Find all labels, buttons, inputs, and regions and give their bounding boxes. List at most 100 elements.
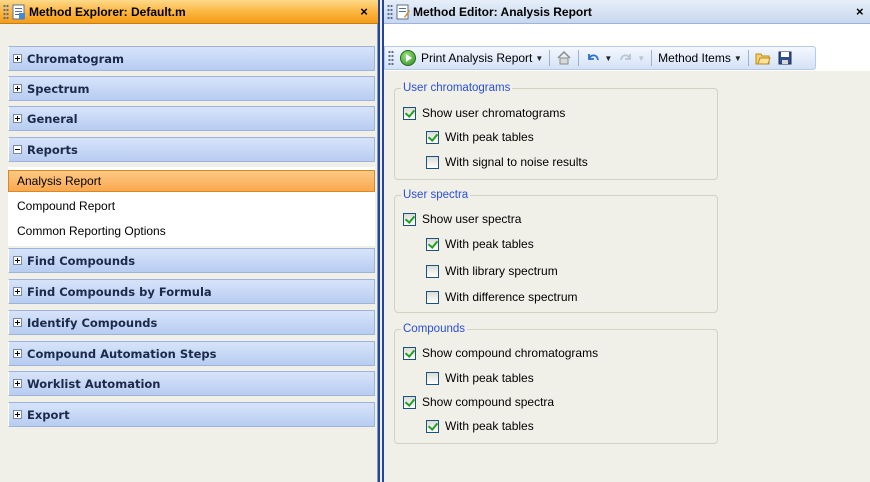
print-analysis-report-label: Print Analysis Report	[421, 51, 533, 65]
expand-icon[interactable]	[13, 410, 22, 419]
with-library-spectrum-checkbox[interactable]: With library spectrum	[426, 262, 558, 280]
expand-icon[interactable]	[13, 379, 22, 388]
with-peak-tables-checkbox[interactable]: With peak tables	[426, 128, 534, 146]
redo-button[interactable]: ▼	[615, 48, 648, 68]
editor-document-icon	[396, 4, 410, 19]
group-legend: Compounds	[401, 322, 468, 336]
with-peak-tables-checkbox[interactable]: With peak tables	[426, 235, 534, 253]
group-label: Chromatogram	[27, 51, 124, 66]
show-user-chromatograms-checkbox[interactable]: Show user chromatograms	[403, 104, 565, 122]
undo-button[interactable]: ▼	[582, 48, 615, 68]
expand-icon[interactable]	[13, 256, 22, 265]
drag-grip-icon[interactable]	[3, 3, 9, 20]
expand-icon[interactable]	[13, 84, 22, 93]
group-find-compounds[interactable]: Find Compounds	[8, 248, 375, 273]
expand-icon[interactable]	[13, 114, 22, 123]
checkbox-label: Show user spectra	[422, 212, 522, 226]
group-export[interactable]: Export	[8, 402, 375, 427]
toolbar-grip-icon[interactable]	[388, 50, 394, 66]
save-button[interactable]	[774, 48, 796, 68]
group-reports[interactable]: Reports	[8, 137, 375, 162]
group-legend: User spectra	[401, 188, 471, 202]
checkbox-unchecked[interactable]	[426, 371, 439, 385]
expand-icon[interactable]	[13, 318, 22, 327]
checkbox-checked[interactable]	[426, 237, 439, 251]
show-compound-chromatograms-checkbox[interactable]: Show compound chromatograms	[403, 344, 598, 362]
dropdown-arrow-icon[interactable]: ▼	[637, 54, 645, 63]
method-explorer-title: Method Explorer: Default.m	[29, 4, 186, 19]
checkbox-unchecked[interactable]	[426, 264, 439, 278]
analysis-report-options: User chromatograms Show user chromatogra…	[384, 71, 870, 482]
group-label: Compound Automation Steps	[27, 346, 217, 361]
dropdown-arrow-icon[interactable]: ▼	[604, 54, 612, 63]
redo-icon	[620, 54, 632, 61]
group-compound-automation-steps[interactable]: Compound Automation Steps	[8, 341, 375, 366]
checkbox-checked[interactable]	[403, 106, 416, 120]
group-general[interactable]: General	[8, 106, 375, 131]
list-item-compound-report[interactable]: Compound Report	[8, 195, 375, 217]
checkbox-checked[interactable]	[403, 395, 416, 409]
method-editor-title-bar: Method Editor: Analysis Report ×	[384, 0, 870, 24]
checkbox-unchecked[interactable]	[426, 290, 439, 304]
user-spectra-group: User spectra Show user spectra With peak…	[394, 188, 718, 313]
method-items-button[interactable]: Method Items ▼	[655, 48, 745, 68]
method-editor-panel: Method Editor: Analysis Report × Print A…	[384, 0, 870, 482]
checkbox-label: With peak tables	[445, 371, 534, 385]
checkbox-checked[interactable]	[403, 346, 416, 360]
home-icon	[557, 50, 571, 65]
with-peak-tables-checkbox[interactable]: With peak tables	[426, 369, 534, 387]
home-button[interactable]	[553, 48, 575, 68]
list-item-analysis-report[interactable]: Analysis Report	[8, 170, 375, 192]
checkbox-checked[interactable]	[426, 130, 439, 144]
collapse-icon[interactable]	[13, 145, 22, 154]
play-icon	[400, 50, 416, 66]
close-explorer-button[interactable]: ×	[356, 4, 372, 20]
checkbox-label: With peak tables	[445, 130, 534, 144]
expand-icon[interactable]	[13, 54, 22, 63]
toolbar-separator	[578, 50, 580, 66]
group-label: General	[27, 111, 78, 126]
toolbar-separator	[747, 50, 749, 66]
checkbox-label: With difference spectrum	[445, 290, 578, 304]
dropdown-arrow-icon[interactable]: ▼	[734, 54, 742, 63]
list-item-common-reporting-options[interactable]: Common Reporting Options	[8, 220, 375, 242]
expand-icon[interactable]	[13, 349, 22, 358]
method-editor-title: Method Editor: Analysis Report	[413, 4, 592, 19]
expand-icon[interactable]	[13, 287, 22, 296]
group-find-compounds-by-formula[interactable]: Find Compounds by Formula	[8, 279, 375, 304]
undo-icon	[588, 54, 600, 61]
group-label: Worklist Automation	[27, 376, 161, 391]
group-worklist-automation[interactable]: Worklist Automation	[8, 371, 375, 396]
close-editor-button[interactable]: ×	[856, 4, 870, 20]
checkbox-label: Show compound spectra	[422, 395, 555, 409]
group-label: Find Compounds by Formula	[27, 284, 212, 299]
dropdown-arrow-icon[interactable]: ▼	[535, 54, 543, 63]
show-compound-spectra-checkbox[interactable]: Show compound spectra	[403, 393, 554, 411]
with-peak-tables-checkbox[interactable]: With peak tables	[426, 417, 534, 435]
with-signal-to-noise-checkbox[interactable]: With signal to noise results	[426, 153, 588, 171]
checkbox-label: With peak tables	[445, 419, 534, 433]
checkbox-label: Show user chromatograms	[422, 106, 566, 120]
drag-grip-icon[interactable]	[387, 3, 393, 20]
checkbox-label: With library spectrum	[445, 264, 558, 278]
group-label: Spectrum	[27, 81, 90, 96]
method-explorer-title-bar: Method Explorer: Default.m ×	[0, 0, 378, 24]
group-legend: User chromatograms	[401, 81, 513, 95]
reports-item-list: Analysis Report Compound Report Common R…	[8, 167, 375, 246]
user-chromatograms-group: User chromatograms Show user chromatogra…	[394, 81, 718, 180]
group-chromatogram[interactable]: Chromatogram	[8, 46, 375, 71]
group-label: Find Compounds	[27, 253, 136, 268]
checkbox-checked[interactable]	[426, 419, 439, 433]
group-spectrum[interactable]: Spectrum	[8, 76, 375, 101]
with-difference-spectrum-checkbox[interactable]: With difference spectrum	[426, 288, 578, 306]
method-explorer-panel: Method Explorer: Default.m × Chromatogra…	[0, 0, 378, 482]
print-analysis-report-button[interactable]: Print Analysis Report ▼	[397, 48, 546, 68]
show-user-spectra-checkbox[interactable]: Show user spectra	[403, 210, 521, 228]
open-icon	[755, 53, 771, 65]
toolbar-separator	[651, 50, 653, 66]
checkbox-checked[interactable]	[403, 212, 416, 226]
open-button[interactable]	[752, 48, 774, 68]
checkbox-unchecked[interactable]	[426, 155, 439, 169]
checkbox-label: With signal to noise results	[445, 155, 588, 169]
group-identify-compounds[interactable]: Identify Compounds	[8, 310, 375, 335]
